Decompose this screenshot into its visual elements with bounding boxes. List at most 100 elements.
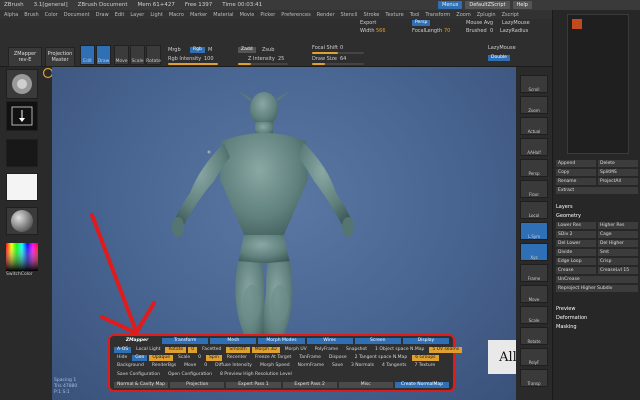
palette-section-header[interactable]: Masking xyxy=(556,324,577,330)
scale-button[interactable]: Scale xyxy=(130,45,145,65)
palette-button[interactable]: SDiv 2 xyxy=(556,231,596,238)
palette-button[interactable]: Crease xyxy=(556,267,596,274)
zmapper-option[interactable]: Morph 3D xyxy=(251,346,280,353)
palette-button[interactable]: Del Higher xyxy=(598,240,638,247)
rgb-intensity-slider[interactable] xyxy=(168,63,218,65)
shelf-xyz-button[interactable]: Xyz xyxy=(520,243,548,261)
persp-toggle[interactable]: Persp xyxy=(412,20,431,26)
palette-section-header[interactable]: Deformation xyxy=(556,315,587,321)
menu-texture[interactable]: Texture xyxy=(385,12,403,18)
zmapper-option[interactable]: 0 xyxy=(201,363,210,369)
menu-zoom[interactable]: Zoom xyxy=(456,12,470,18)
texture-thumbnail[interactable] xyxy=(6,173,38,201)
lazy-mouse-toggle[interactable]: LazyMouse xyxy=(502,20,530,26)
zmapper-option[interactable]: PolyFrame xyxy=(312,347,341,353)
move-button[interactable]: Move xyxy=(114,45,129,65)
menu-preferences[interactable]: Preferences xyxy=(281,12,310,18)
shelf-actual-button[interactable]: Actual xyxy=(520,117,548,135)
palette-button[interactable]: Delete xyxy=(598,160,638,167)
zmapper-tab[interactable]: Mesh xyxy=(210,337,257,344)
zmapper-option[interactable]: TanFrame xyxy=(296,355,324,361)
menu-document[interactable]: Document xyxy=(64,12,90,18)
mrgb-toggle[interactable]: Mrgb xyxy=(168,47,181,53)
zmapper-option[interactable]: Dispose xyxy=(326,355,350,361)
zmapper-pass-button[interactable]: Expert Pass 2 xyxy=(282,381,337,388)
zmapper-option[interactable]: Spin xyxy=(206,354,222,361)
palette-button[interactable]: Higher Res xyxy=(598,222,638,229)
alpha-thumbnail[interactable] xyxy=(6,139,38,167)
zmapper-tab[interactable]: Morph Modes xyxy=(258,337,305,344)
zmapper-option[interactable]: Move xyxy=(181,363,199,369)
zmapper-option[interactable]: Hide xyxy=(114,355,130,361)
zmapper-option[interactable]: 3 Normals xyxy=(348,363,377,369)
zmapper-pass-button[interactable]: Projection xyxy=(170,381,225,388)
double-toggle[interactable]: Double xyxy=(488,55,510,61)
zmapper-button[interactable]: ZMapper rev-E xyxy=(8,47,42,67)
palette-button[interactable]: Lower Res xyxy=(556,222,596,229)
zmapper-option[interactable]: Local Light xyxy=(133,347,163,353)
default-zscript-button[interactable]: DefaultZScript xyxy=(465,1,510,9)
help-button[interactable]: Help xyxy=(512,1,532,9)
menus-button[interactable]: Menus xyxy=(438,1,463,9)
stroke-thumbnail[interactable] xyxy=(6,101,38,131)
geometry-header[interactable]: Geometry xyxy=(556,213,581,219)
zmapper-option[interactable]: Snapshot xyxy=(343,347,370,353)
zmapper-option[interactable]: Save Configuration xyxy=(114,372,163,378)
zmapper-tab[interactable]: Screen xyxy=(354,337,401,344)
edit-button[interactable]: Edit xyxy=(80,45,95,65)
shelf-frame-button[interactable]: Frame xyxy=(520,264,548,282)
palette-button[interactable]: Cage xyxy=(598,231,638,238)
zmapper-option[interactable]: Background xyxy=(114,363,147,369)
zmapper-pass-button[interactable]: Create NormalMap xyxy=(394,381,450,388)
menu-marker[interactable]: Marker xyxy=(190,12,207,18)
zmapper-option[interactable]: Scale xyxy=(175,355,193,361)
zmapper-option[interactable]: 7 Texture xyxy=(411,363,438,369)
menu-light[interactable]: Light xyxy=(150,12,162,18)
zmapper-option[interactable]: 1 Object space N.Map xyxy=(372,347,427,353)
zsub-toggle[interactable]: Zsub xyxy=(262,47,274,53)
zmapper-option[interactable]: Morph UV xyxy=(282,347,310,353)
subtool-list[interactable] xyxy=(567,14,629,154)
menu-movie[interactable]: Movie xyxy=(240,12,255,18)
zmapper-tab[interactable]: Wires xyxy=(306,337,353,344)
zmapper-pass-button[interactable]: Normal & Cavity Map xyxy=(114,381,169,388)
palette-button[interactable]: Append xyxy=(556,160,596,167)
zmapper-tab[interactable]: Transform xyxy=(162,337,209,344)
shelf-transp-button[interactable]: Transp xyxy=(520,369,548,387)
rotate-button[interactable]: Rotate xyxy=(146,45,161,65)
m-toggle[interactable]: M xyxy=(208,47,212,53)
zmapper-option[interactable]: Morph Speed xyxy=(257,363,293,369)
menu-transform[interactable]: Transform xyxy=(425,12,450,18)
shelf-aahalf-button[interactable]: AAHalf xyxy=(520,138,548,156)
zmapper-option[interactable]: Gen xyxy=(132,354,148,361)
menu-macro[interactable]: Macro xyxy=(169,12,184,18)
zmapper-option[interactable]: Smooth xyxy=(226,346,250,353)
shelf-polyf-button[interactable]: PolyF xyxy=(520,348,548,366)
z-intensity-slider[interactable] xyxy=(238,63,288,65)
menu-draw[interactable]: Draw xyxy=(96,12,109,18)
projection-master-button[interactable]: Projection Master xyxy=(45,47,75,67)
zmapper-option[interactable]: 6 Groups xyxy=(412,354,439,361)
palette-section-header[interactable]: Preview xyxy=(556,306,575,312)
palette-button[interactable]: Extract xyxy=(556,187,638,194)
menu-render[interactable]: Render xyxy=(317,12,335,18)
palette-button[interactable]: Edge Loop xyxy=(556,258,596,265)
zmapper-option[interactable]: Save xyxy=(329,363,346,369)
menu-stencil[interactable]: Stencil xyxy=(341,12,358,18)
switch-color-button[interactable]: SwitchColor xyxy=(6,272,33,277)
zmapper-option[interactable]: Diffuse Intensity xyxy=(212,363,255,369)
menu-color[interactable]: Color xyxy=(45,12,58,18)
zmapper-option[interactable]: 5 UV seams xyxy=(429,346,463,353)
rgb-toggle[interactable]: Rgb xyxy=(190,47,205,53)
zmapper-option[interactable]: 0 xyxy=(195,355,204,361)
zmapper-tab[interactable]: Display xyxy=(402,337,449,344)
menu-alpha[interactable]: Alpha xyxy=(4,12,18,18)
zadd-toggle[interactable]: Zadd xyxy=(238,47,256,53)
zmapper-tab[interactable]: ZMapper xyxy=(114,338,160,344)
palette-button[interactable]: CreaseLvl 15 xyxy=(598,267,638,274)
zmapper-pass-button[interactable]: Misc xyxy=(338,381,393,388)
menu-tool[interactable]: Tool xyxy=(410,12,420,18)
shelf-persp-button[interactable]: Persp xyxy=(520,159,548,177)
zmapper-option[interactable]: 2 Tangent space N.Map xyxy=(352,355,411,361)
menu-zplugin[interactable]: Zplugin xyxy=(477,12,496,18)
